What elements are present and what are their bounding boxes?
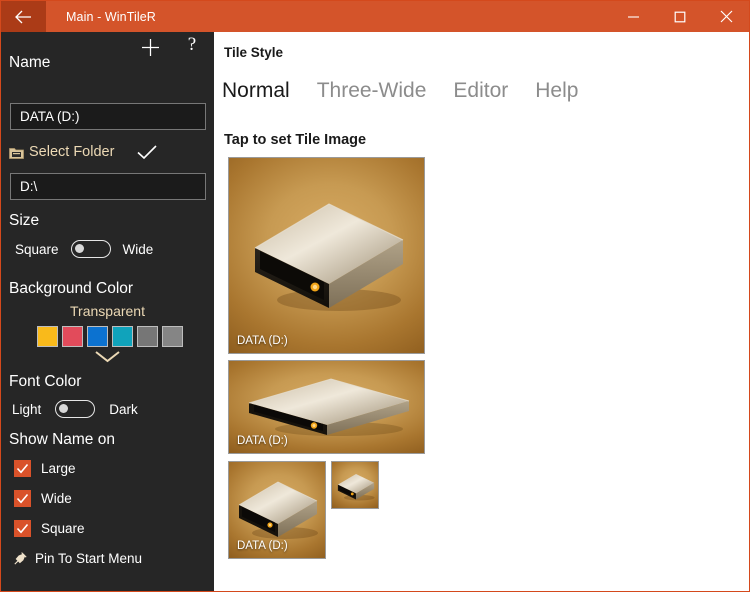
checkmark-icon [16,493,29,504]
tab-editor[interactable]: Editor [453,79,508,103]
font-option-dark: Dark [109,401,138,417]
size-toggle-row: Square Wide [15,240,153,258]
pin-icon [13,551,28,566]
size-toggle[interactable] [70,240,111,258]
tab-bar: Normal Three-Wide Editor Help [222,79,578,103]
color-swatch[interactable] [137,326,158,347]
expand-colors-button[interactable] [1,350,214,363]
checkbox-square[interactable] [14,520,31,537]
checkbox-wide[interactable] [14,490,31,507]
small-tile[interactable] [331,461,379,509]
window-title: Main - WinTileR [66,9,156,24]
help-button[interactable]: ? [180,33,204,57]
close-button[interactable] [703,1,749,32]
color-swatch-list [37,326,183,347]
tab-normal[interactable]: Normal [222,79,290,103]
transparent-label: Transparent [70,303,145,319]
add-tile-button[interactable] [138,35,162,59]
section-title: Tile Style [224,45,284,60]
maximize-button[interactable] [657,1,703,32]
select-folder-label: Select Folder [29,144,115,160]
question-mark-icon: ? [187,34,197,55]
folder-path-input[interactable] [10,173,206,200]
folder-icon [9,146,24,159]
size-option-square: Square [15,241,59,257]
large-tile[interactable]: DATA (D:) [228,157,425,354]
pin-to-start-button[interactable]: Pin To Start Menu [13,551,142,566]
name-label: Name [9,54,51,71]
wintiler-window: Main - WinTileR ? Name DATA (D:) Select … [0,0,750,592]
show-name-label: Show Name on [9,431,115,448]
close-icon [720,10,733,23]
hard-drive-icon [238,481,318,539]
checkbox-row-square[interactable]: Square [14,520,85,537]
color-swatch[interactable] [162,326,183,347]
tab-three-wide[interactable]: Three-Wide [317,79,427,103]
title-bar: Main - WinTileR [1,1,749,32]
medium-tile[interactable]: DATA (D:) [228,461,326,559]
font-option-light: Light [12,401,42,417]
hard-drive-icon [337,473,375,501]
checkbox-row-wide[interactable]: Wide [14,490,72,507]
main-content: Tile Style Normal Three-Wide Editor Help… [214,32,749,591]
font-color-label: Font Color [9,373,82,390]
hard-drive-icon [248,378,410,436]
tile-caption: DATA (D:) [237,435,288,447]
settings-sidebar: ? Name Select Folder Size Square Wide [1,32,214,591]
chevron-down-icon [94,350,121,363]
checkbox-large[interactable] [14,460,31,477]
font-toggle-knob [59,404,69,413]
checkbox-label-large: Large [41,461,76,476]
minimize-icon [628,12,640,22]
checkmark-icon [16,523,29,534]
title-bar-spacer [156,1,611,32]
color-swatch[interactable] [112,326,133,347]
maximize-icon [674,11,686,23]
font-toggle-row: Light Dark [12,400,138,418]
tiles-instruction: Tap to set Tile Image [224,132,367,148]
checkbox-label-square: Square [41,521,85,536]
font-color-toggle[interactable] [55,400,96,418]
wide-tile[interactable]: DATA (D:) [228,360,425,454]
select-folder-button[interactable]: Select Folder [9,144,158,160]
back-button[interactable] [1,1,46,32]
background-color-label: Background Color [9,280,134,297]
checkbox-row-large[interactable]: Large [14,460,76,477]
back-arrow-icon [15,10,32,24]
color-swatch[interactable] [87,326,108,347]
checkbox-label-wide: Wide [41,491,72,506]
checkmark-icon [16,463,29,474]
plus-icon [141,38,160,57]
size-label: Size [9,212,40,229]
pin-to-start-label: Pin To Start Menu [35,551,143,566]
checkmark-icon[interactable] [136,144,158,160]
color-swatch[interactable] [37,326,58,347]
color-swatch[interactable] [62,326,83,347]
tile-caption: DATA (D:) [237,335,288,347]
tile-caption: DATA (D:) [237,540,288,552]
size-toggle-knob [74,244,84,253]
tab-help[interactable]: Help [535,79,578,103]
hard-drive-icon [254,203,404,311]
size-option-wide: Wide [122,241,154,257]
minimize-button[interactable] [611,1,657,32]
tile-name-input[interactable] [10,103,206,130]
